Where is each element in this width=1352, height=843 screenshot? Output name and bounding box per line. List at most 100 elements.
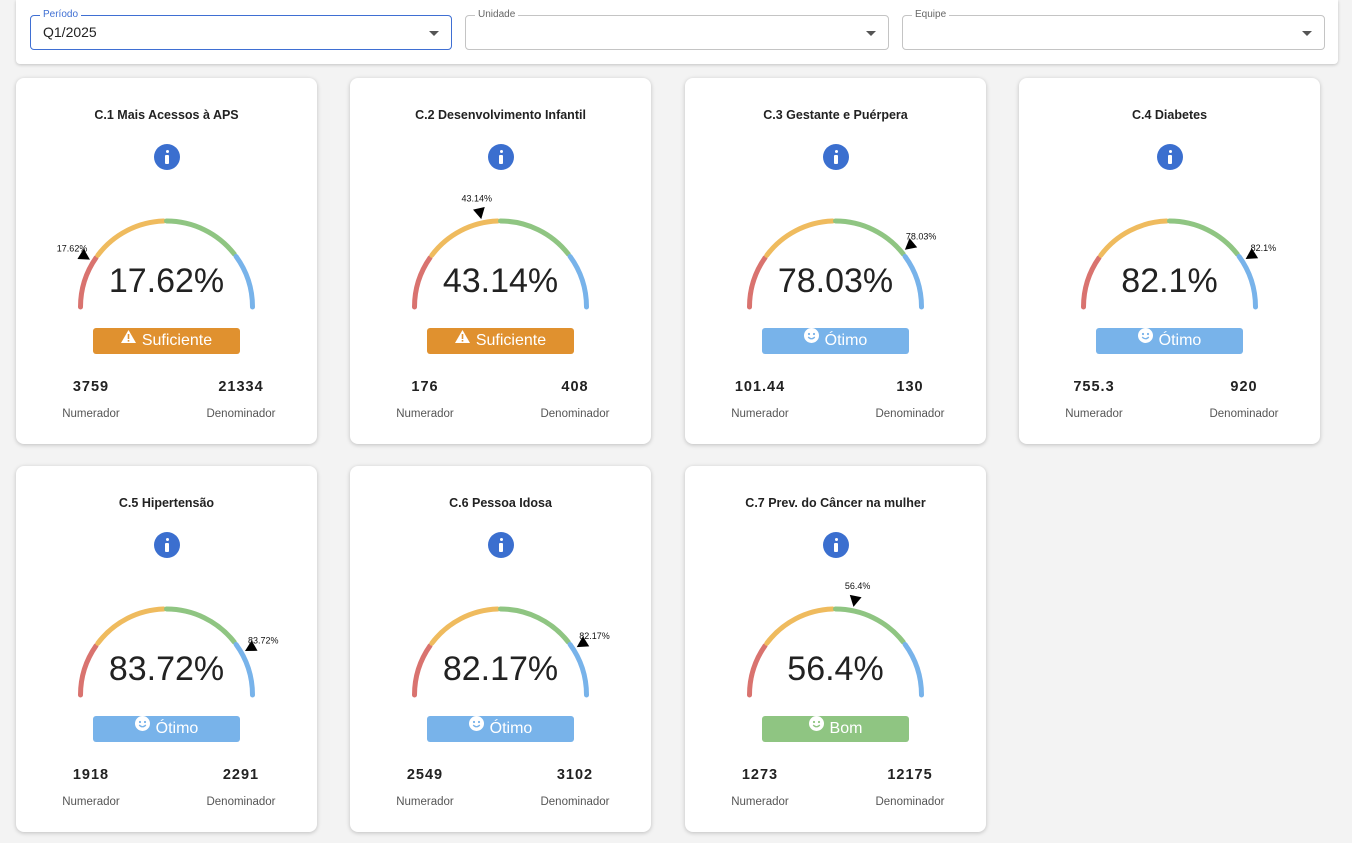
gauge-segment <box>429 218 500 258</box>
gauge-marker-label: 17.62% <box>57 244 88 254</box>
gauge-segment <box>747 255 768 310</box>
gauge-segment <box>1081 255 1102 310</box>
gauge-chart: 83.72% <box>78 606 279 698</box>
smile-icon <box>1137 326 1153 352</box>
info-icon[interactable] <box>154 532 180 558</box>
indicator-card: C.7 Prev. do Câncer na mulher 56.4% Bom 127… <box>685 466 986 832</box>
numerator-label: Numerador <box>1065 408 1123 420</box>
status-badge: Ótimo <box>427 716 574 742</box>
smile-icon <box>808 714 824 740</box>
numerator-label: Numerador <box>396 796 454 808</box>
gauge-segment <box>78 643 99 698</box>
indicator-card: C.1 Mais Acessos à APS 17.62% Suficiente 37… <box>16 78 317 444</box>
numerator-value: 755.3 <box>1073 379 1115 395</box>
status-badge: Bom <box>762 716 909 742</box>
gauge-chart: 43.14% <box>412 194 589 310</box>
denominator-value: 920 <box>1230 379 1258 395</box>
unidade-label: Unidade <box>475 8 519 22</box>
denominator-label: Denominador <box>1209 408 1279 420</box>
card-title: C.5 Hipertensão <box>118 496 215 510</box>
gauge-marker-label: 82.1% <box>1251 243 1277 253</box>
indicator-card: C.6 Pessoa Idosa 82.17% Ótimo 2549 3102 Numer… <box>350 466 651 832</box>
numerator-value: 3759 <box>72 379 110 395</box>
denominator-label: Denominador <box>206 408 276 420</box>
gauge-segment <box>747 643 768 698</box>
gauge-segment <box>233 253 255 310</box>
card-title: C.7 Prev. do Câncer na mulher <box>745 496 926 510</box>
card-title: C.3 Gestante e Puérpera <box>763 108 908 122</box>
unidade-select[interactable]: Unidade <box>465 8 889 50</box>
gauge-segment <box>902 253 924 310</box>
chevron-down-icon[interactable] <box>1302 31 1312 36</box>
gauge-segment <box>498 218 571 257</box>
gauge-marker-label: 78.03% <box>906 231 937 241</box>
status-label: Ótimo <box>1158 332 1202 350</box>
gauge-segment <box>833 606 906 645</box>
info-icon[interactable] <box>488 144 514 170</box>
denominator-value: 2291 <box>222 767 260 783</box>
denominator-label: Denominador <box>540 796 610 808</box>
equipe-select[interactable]: Equipe <box>902 8 1325 50</box>
periodo-label: Período <box>40 8 82 22</box>
numerator-label: Numerador <box>62 796 120 808</box>
filter-bar: Período Q1/2025 Unidade Equipe <box>16 0 1338 64</box>
indicator-card: C.4 Diabetes 82.1% Ótimo 755.3 920 Numerador D… <box>1019 78 1320 444</box>
info-icon[interactable] <box>823 144 849 170</box>
gauge-segment <box>429 606 500 646</box>
info-icon[interactable] <box>154 144 180 170</box>
numerator-value: 1918 <box>72 767 110 783</box>
card-title: C.6 Pessoa Idosa <box>449 496 552 510</box>
gauge-segment <box>78 255 99 310</box>
chevron-down-icon[interactable] <box>429 31 439 36</box>
info-icon[interactable] <box>1157 144 1183 170</box>
status-label: Bom <box>829 720 863 738</box>
gauge-segment <box>1167 218 1240 257</box>
info-icon[interactable] <box>823 532 849 558</box>
gauge-segment <box>412 255 433 310</box>
numerator-value: 2549 <box>406 767 444 783</box>
warning-icon <box>454 326 470 352</box>
numerator-label: Numerador <box>731 408 789 420</box>
gauge-segment <box>1098 218 1169 258</box>
gauge-marker-label: 43.14% <box>461 194 492 204</box>
denominator-label: Denominador <box>206 796 276 808</box>
smile-icon <box>468 714 484 740</box>
chevron-down-icon[interactable] <box>866 31 876 36</box>
periodo-value: Q1/2025 <box>43 24 97 40</box>
gauge-chart: 82.17% <box>412 606 610 698</box>
gauge-segment <box>567 641 589 698</box>
periodo-select[interactable]: Período Q1/2025 <box>30 8 452 50</box>
info-icon[interactable] <box>488 532 514 558</box>
numerator-label: Numerador <box>731 796 789 808</box>
smile-icon <box>803 326 819 352</box>
numerator-label: Numerador <box>62 408 120 420</box>
card-title: C.2 Desenvolvimento Infantil <box>415 108 586 122</box>
status-badge: Ótimo <box>762 328 909 354</box>
status-label: Ótimo <box>155 720 199 738</box>
status-badge: Suficiente <box>93 328 240 354</box>
status-badge: Ótimo <box>93 716 240 742</box>
gauge-segment <box>1236 253 1258 310</box>
gauge-chart: 56.4% <box>747 581 924 698</box>
gauge-segment <box>95 218 166 258</box>
gauge-segment <box>412 643 433 698</box>
gauge-segment <box>164 606 237 645</box>
denominator-label: Denominador <box>875 408 945 420</box>
denominator-value: 408 <box>561 379 589 395</box>
denominator-value: 3102 <box>556 767 594 783</box>
gauge-segment <box>95 606 166 646</box>
numerator-value: 101.44 <box>734 379 786 395</box>
gauge-chart: 82.1% <box>1081 218 1277 310</box>
denominator-value: 130 <box>896 379 924 395</box>
status-label: Suficiente <box>141 332 213 350</box>
gauge-marker-label: 56.4% <box>845 581 871 591</box>
card-title: C.1 Mais Acessos à APS <box>94 108 239 122</box>
status-label: Ótimo <box>824 332 868 350</box>
warning-icon <box>120 326 136 352</box>
gauge-marker-label: 82.17% <box>579 631 610 641</box>
gauge-segment <box>833 218 906 257</box>
denominator-label: Denominador <box>540 408 610 420</box>
card-title: C.4 Diabetes <box>1131 108 1208 122</box>
gauge-segment <box>164 218 237 257</box>
denominator-value: 21334 <box>218 379 264 395</box>
